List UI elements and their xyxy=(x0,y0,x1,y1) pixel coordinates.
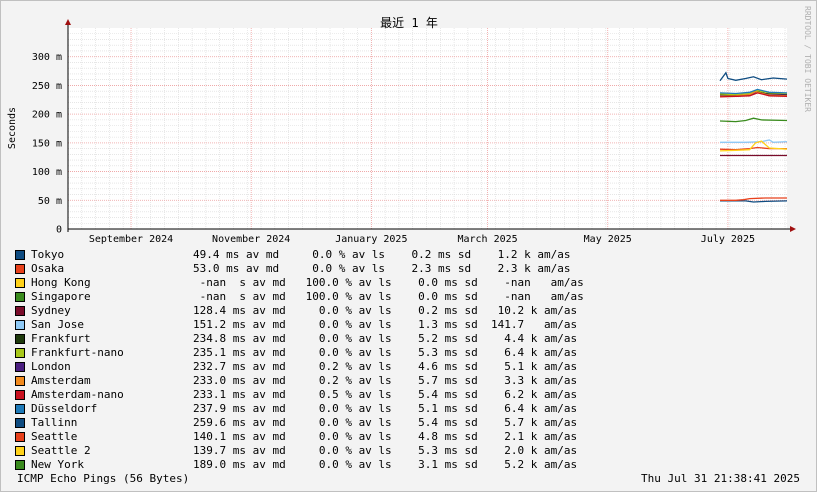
x-tick-label: July 2025 xyxy=(701,234,755,245)
plot-background xyxy=(68,28,787,229)
legend-swatch xyxy=(15,460,25,470)
legend-swatch xyxy=(15,320,25,330)
legend-swatch xyxy=(15,418,25,428)
legend-name: Tokyo xyxy=(31,248,65,261)
legend-stats: 233.0 ms av md 0.2 % av ls 5.7 ms sd 3.3… xyxy=(193,374,578,387)
legend-swatch xyxy=(15,376,25,386)
legend-name: Seattle xyxy=(31,430,78,443)
y-tick-label: 150 m xyxy=(32,138,62,149)
legend-stats: 259.6 ms av md 0.0 % av ls 5.4 ms sd 5.7… xyxy=(193,416,578,429)
legend-swatch xyxy=(15,348,25,358)
legend-name: San Jose xyxy=(31,318,84,331)
legend-name: Frankfurt xyxy=(31,332,91,345)
legend-name: Frankfurt-nano xyxy=(31,346,124,359)
legend-name: Düsseldorf xyxy=(31,402,98,415)
graph-description: ICMP Echo Pings (56 Bytes) xyxy=(17,472,190,485)
legend-stats: 140.1 ms av md 0.0 % av ls 4.8 ms sd 2.1… xyxy=(193,430,578,443)
legend-swatch xyxy=(15,306,25,316)
legend-stats: 49.4 ms av md 0.0 % av ls 0.2 ms sd 1.2 … xyxy=(193,248,571,261)
legend-name: Seattle 2 xyxy=(31,444,91,457)
x-tick-label: September 2024 xyxy=(89,234,173,245)
legend-swatch xyxy=(15,278,25,288)
x-tick-label: May 2025 xyxy=(584,234,632,245)
legend-name: Singapore xyxy=(31,290,91,303)
legend-stats: 234.8 ms av md 0.0 % av ls 5.2 ms sd 4.4… xyxy=(193,332,578,345)
y-tick-label: 0 xyxy=(56,225,62,236)
legend-stats: 233.1 ms av md 0.5 % av ls 5.4 ms sd 6.2… xyxy=(193,388,578,401)
legend-name: London xyxy=(31,360,71,373)
watermark: RRDTOOL / TOBI OETIKER xyxy=(803,6,812,112)
legend-stats: 139.7 ms av md 0.0 % av ls 5.3 ms sd 2.0… xyxy=(193,444,578,457)
legend-name: Amsterdam-nano xyxy=(31,388,124,401)
legend-name: Hong Kong xyxy=(31,276,91,289)
legend-swatch xyxy=(15,432,25,442)
legend-stats: 235.1 ms av md 0.0 % av ls 5.3 ms sd 6.4… xyxy=(193,346,578,359)
legend-stats: 53.0 ms av md 0.0 % av ls 2.3 ms sd 2.3 … xyxy=(193,262,571,275)
y-tick-label: 100 m xyxy=(32,167,62,178)
legend-swatch xyxy=(15,362,25,372)
legend-name: Sydney xyxy=(31,304,71,317)
y-tick-label: 200 m xyxy=(32,110,62,121)
x-axis-arrow xyxy=(790,226,796,232)
x-tick-label: November 2024 xyxy=(212,234,290,245)
legend-stats: 151.2 ms av md 0.0 % av ls 1.3 ms sd 141… xyxy=(193,318,578,331)
legend-name: Osaka xyxy=(31,262,65,275)
y-tick-label: 50 m xyxy=(38,196,62,207)
graph-timestamp: Thu Jul 31 21:38:41 2025 xyxy=(641,472,800,485)
legend-name: New York xyxy=(31,458,84,471)
legend-swatch xyxy=(15,264,25,274)
chart-title: 最近 1 年 xyxy=(380,16,438,30)
x-tick-label: January 2025 xyxy=(335,234,407,245)
legend-stats: -nan s av md 100.0 % av ls 0.0 ms sd -na… xyxy=(193,290,584,303)
legend-stats: -nan s av md 100.0 % av ls 0.0 ms sd -na… xyxy=(193,276,584,289)
legend-swatch xyxy=(15,334,25,344)
legend-swatch xyxy=(15,446,25,456)
legend-stats: 128.4 ms av md 0.0 % av ls 0.2 ms sd 10.… xyxy=(193,304,578,317)
legend-swatch xyxy=(15,390,25,400)
legend-swatch xyxy=(15,404,25,414)
legend-stats: 189.0 ms av md 0.0 % av ls 3.1 ms sd 5.2… xyxy=(193,458,578,471)
y-axis-label: Seconds xyxy=(7,107,18,149)
legend-stats: 232.7 ms av md 0.2 % av ls 4.6 ms sd 5.1… xyxy=(193,360,578,373)
graph-frame: September 2024 November 2024 January 2025 M… xyxy=(0,0,817,492)
legend-stats: 237.9 ms av md 0.0 % av ls 5.1 ms sd 6.4… xyxy=(193,402,578,415)
legend-name: Amsterdam xyxy=(31,374,91,387)
y-tick-label: 300 m xyxy=(32,52,62,63)
x-tick-label: March 2025 xyxy=(457,234,517,245)
legend-swatch xyxy=(15,292,25,302)
legend-swatch xyxy=(15,250,25,260)
y-tick-label: 250 m xyxy=(32,81,62,92)
legend-name: Tallinn xyxy=(31,416,78,429)
y-axis-arrow xyxy=(65,19,71,25)
